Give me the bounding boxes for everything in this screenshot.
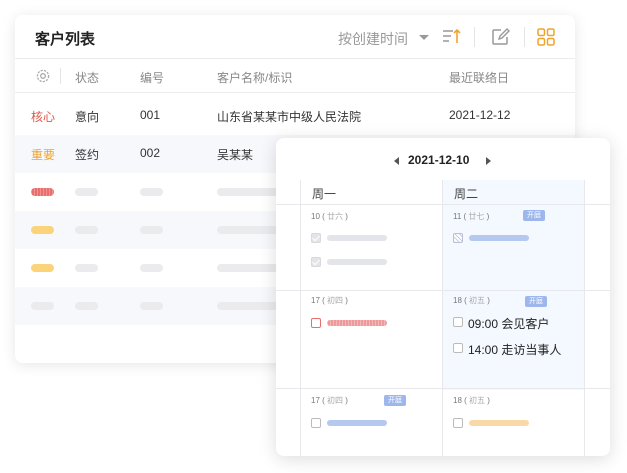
table-header: 状态 编号 客户名称/标识 最近联络日: [15, 59, 575, 93]
id-cell: 002: [140, 146, 161, 160]
task-checkbox[interactable]: [311, 418, 321, 428]
grid-view-icon[interactable]: [535, 26, 557, 48]
day-number: 17 ( 初四 ): [311, 396, 348, 405]
grid-line: [276, 290, 610, 291]
placeholder-bar: [140, 302, 163, 310]
placeholder-bar: [140, 226, 163, 234]
day-label: 17: [311, 396, 320, 405]
day-label: 18: [453, 296, 462, 305]
lunar-label: 廿七: [468, 212, 485, 221]
current-date[interactable]: 2021-12-10: [408, 153, 469, 167]
status-cell: 签约: [75, 148, 100, 162]
list-header: 客户列表 按创建时间: [15, 15, 575, 59]
date-cell: 2021-12-12: [449, 108, 511, 122]
priority-tag: 核心: [31, 110, 56, 124]
task-checkbox[interactable]: [311, 257, 321, 267]
placeholder-bar: [75, 188, 98, 196]
day-number: 18 ( 初五 ): [453, 296, 490, 305]
day-number: 17 ( 初四 ): [311, 296, 348, 305]
header-divider: [60, 68, 61, 84]
placeholder-bar: [217, 302, 279, 310]
column-header-last-contact[interactable]: 最近联络日: [449, 69, 509, 86]
placeholder-bar: [75, 226, 98, 234]
day-label: 10: [311, 212, 320, 221]
task-placeholder-bar: [469, 235, 529, 241]
column-header-id[interactable]: 编号: [140, 69, 164, 86]
placeholder-bar: [75, 302, 98, 310]
task-checkbox[interactable]: [453, 317, 463, 327]
task-checkbox[interactable]: [311, 233, 321, 243]
court-badge: 开庭: [384, 395, 406, 406]
placeholder-bar: [75, 264, 98, 272]
lunar-label: 初五: [469, 396, 486, 405]
grid-line: [300, 180, 301, 456]
lunar-label: 廿六: [327, 212, 344, 221]
name-cell[interactable]: 山东省某某市中级人民法院: [217, 108, 361, 125]
task-placeholder-bar: [469, 420, 529, 426]
task-placeholder-bar: [327, 235, 387, 241]
lunar-label: 初五: [469, 296, 486, 305]
page-title: 客户列表: [35, 31, 96, 48]
calendar-grid: 周一 周二 10 ( 廿六 ) 11 ( 廿七 ) 开庭 17 ( 初四 ) 1…: [276, 180, 610, 456]
day-number: 18 ( 初五 ): [453, 396, 490, 405]
column-header-name[interactable]: 客户名称/标识: [217, 69, 292, 86]
chevron-down-icon[interactable]: [419, 35, 429, 40]
grid-line: [584, 180, 585, 456]
header-divider: [474, 27, 475, 47]
placeholder-tag: [31, 302, 54, 310]
placeholder-tag: [31, 188, 54, 196]
task-placeholder-bar: [327, 420, 387, 426]
table-row[interactable]: 核心 意向 001 山东省某某市中级人民法院 2021-12-12: [15, 97, 575, 135]
prev-date-icon[interactable]: [394, 157, 399, 165]
task-checkbox[interactable]: [453, 343, 463, 353]
task-checkbox[interactable]: [311, 318, 321, 328]
placeholder-bar: [140, 188, 163, 196]
day-label: 17: [311, 296, 320, 305]
name-cell[interactable]: 吴某某: [217, 146, 253, 163]
day-number: 10 ( 廿六 ): [311, 212, 348, 221]
task-placeholder-bar: [327, 259, 387, 265]
grid-line: [276, 204, 610, 205]
priority-tag: 重要: [31, 148, 56, 162]
grid-line: [276, 388, 610, 389]
task-checkbox[interactable]: [453, 418, 463, 428]
grid-line: [442, 180, 443, 456]
calendar-card: 2021-12-10 周一 周二 10 ( 廿六 ) 11 ( 廿七 ) 开庭: [276, 138, 610, 456]
placeholder-bar: [140, 264, 163, 272]
placeholder-tag: [31, 264, 54, 272]
gear-icon[interactable]: [34, 67, 52, 85]
placeholder-bar: [217, 226, 279, 234]
placeholder-tag: [31, 226, 54, 234]
next-date-icon[interactable]: [486, 157, 491, 165]
calendar-nav: 2021-12-10: [276, 138, 610, 180]
lunar-label: 初四: [327, 396, 344, 405]
weekday-monday: 周一: [312, 187, 337, 201]
event-label[interactable]: 09:00 会见客户: [468, 315, 549, 332]
task-placeholder-bar: [327, 320, 387, 326]
column-header-status[interactable]: 状态: [75, 69, 99, 86]
court-badge: 开庭: [525, 296, 547, 307]
placeholder-bar: [217, 188, 279, 196]
weekday-tuesday: 周二: [454, 187, 479, 201]
task-checkbox[interactable]: [453, 233, 463, 243]
day-label: 11: [453, 212, 462, 221]
court-badge: 开庭: [523, 210, 545, 221]
day-label: 18: [453, 396, 462, 405]
placeholder-bar: [217, 264, 279, 272]
sort-icon[interactable]: [440, 26, 462, 48]
event-label[interactable]: 14:00 走访当事人: [468, 341, 561, 358]
status-cell: 意向: [75, 110, 100, 124]
day-number: 11 ( 廿七 ): [453, 212, 490, 221]
lunar-label: 初四: [327, 296, 344, 305]
id-cell: 001: [140, 108, 161, 122]
header-divider: [524, 27, 525, 47]
sort-dropdown[interactable]: 按创建时间: [338, 29, 408, 49]
edit-icon[interactable]: [489, 26, 511, 48]
